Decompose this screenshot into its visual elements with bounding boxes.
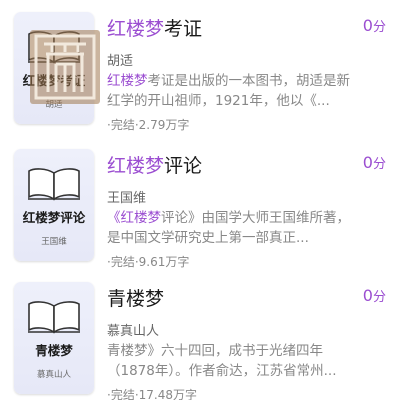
book-description: 红楼梦考证是出版的一本图书，胡适是新红学的开山祖师，1921年，他以《... — [107, 73, 350, 109]
rating-score: 0分 — [362, 16, 386, 35]
rating-score: 0分 — [362, 286, 386, 305]
cover-author: 慕真山人 — [36, 370, 71, 380]
book-meta: ·完结·2.79万字 — [107, 118, 190, 132]
book-item-3[interactable]: 青楼梦 慕真山人 青楼梦 0分 慕真山人 青楼梦》六十四回，成书于光绪四年（18… — [0, 270, 400, 400]
cover-author: 王国维 — [41, 237, 67, 247]
book-item-2[interactable]: 红楼梦评论 王国维 红楼梦评论 0分 王国维 《红楼梦评论》由国学大师王国维所著… — [0, 137, 400, 269]
seal-stamp-icon — [30, 30, 100, 104]
book-description: 《红楼梦评论》由国学大师王国维所著，是中国文学研究史上第一部真正... — [107, 210, 350, 246]
book-title[interactable]: 红楼梦考证 — [107, 14, 202, 41]
open-book-icon — [28, 168, 80, 201]
book-author: 王国维 — [107, 191, 147, 206]
book-description: 青楼梦》六十四回，成书于光绪四年（1878年）。作者俞达，江苏省常州... — [107, 343, 337, 379]
cover-title: 青楼梦 — [35, 343, 73, 358]
book-cover[interactable]: 红楼梦评论 王国维 — [14, 149, 94, 261]
open-book-icon — [28, 301, 80, 334]
book-title[interactable]: 红楼梦评论 — [107, 151, 202, 178]
book-author: 胡适 — [107, 54, 134, 69]
book-title[interactable]: 青楼梦 — [107, 284, 164, 311]
book-meta: ·完结·17.48万字 — [107, 388, 197, 400]
book-author: 慕真山人 — [107, 324, 160, 339]
book-cover[interactable]: 青楼梦 慕真山人 — [14, 282, 94, 394]
rating-score: 0分 — [362, 153, 386, 172]
cover-title: 红楼梦评论 — [22, 210, 86, 225]
book-meta: ·完结·9.61万字 — [107, 255, 190, 269]
book-item-1[interactable]: 红楼梦考证 胡适 红楼梦考证 0分 胡适 红楼梦考证是出版的一本图书，胡适是新红… — [0, 0, 400, 132]
